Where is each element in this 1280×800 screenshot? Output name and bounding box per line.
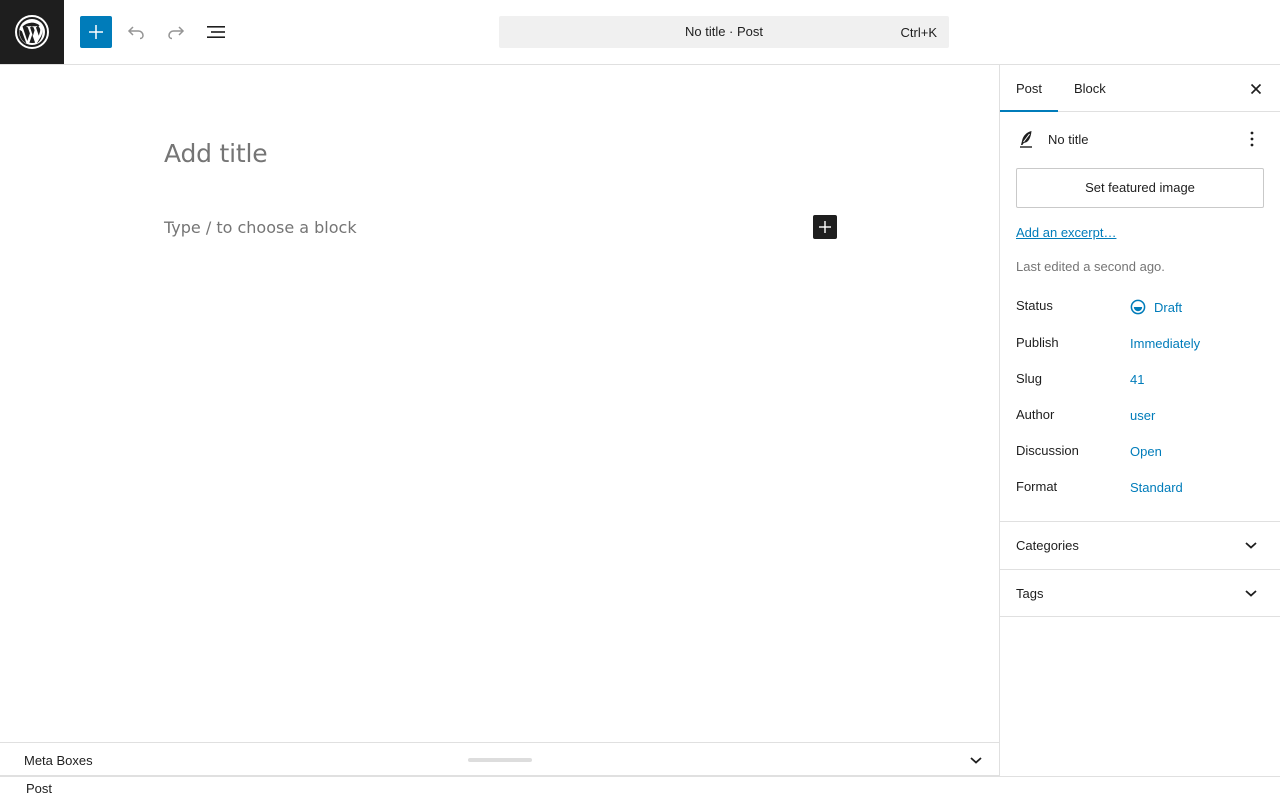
publish-value-button[interactable]: Immediately (1130, 336, 1200, 351)
editor-header: No title · Post Ctrl+K (0, 0, 1280, 65)
last-edited-text: Last edited a second ago. (1016, 259, 1165, 274)
add-block-button[interactable] (813, 215, 837, 239)
format-row: Format Standard (1016, 479, 1264, 503)
tab-post[interactable]: Post (1000, 65, 1058, 112)
publish-label: Publish (1016, 335, 1059, 350)
command-palette-bar[interactable]: No title · Post Ctrl+K (499, 16, 949, 48)
post-actions-button[interactable] (1240, 127, 1264, 151)
author-label: Author (1016, 407, 1055, 422)
discussion-value-button[interactable]: Open (1130, 444, 1162, 459)
close-sidebar-button[interactable] (1244, 77, 1268, 101)
discussion-row: Discussion Open (1016, 443, 1264, 467)
tags-panel[interactable]: Tags (1000, 569, 1280, 617)
format-label: Format (1016, 479, 1058, 494)
set-featured-image-button[interactable]: Set featured image (1016, 168, 1264, 208)
undo-icon (127, 26, 144, 40)
list-view-button[interactable] (200, 16, 232, 48)
meta-boxes-toggle-button[interactable] (965, 751, 987, 769)
plus-icon (89, 25, 103, 39)
more-vertical-icon (1250, 131, 1254, 147)
keyboard-shortcut: Ctrl+K (900, 25, 937, 40)
author-row: Author user (1016, 407, 1264, 431)
chevron-down-icon (1245, 542, 1257, 549)
publish-row: Publish Immediately (1016, 335, 1264, 359)
plus-icon (819, 221, 831, 233)
editor-footer: Post (0, 776, 1280, 800)
author-value-button[interactable]: user (1130, 408, 1155, 423)
breadcrumb[interactable]: Post (26, 781, 52, 796)
wordpress-logo-icon (15, 15, 49, 49)
status-value: Draft (1154, 300, 1183, 315)
meta-boxes-label: Meta Boxes (24, 753, 93, 768)
status-label: Status (1016, 298, 1053, 313)
editor-canvas[interactable]: Add title Type / to choose a block (0, 65, 999, 743)
settings-sidebar: Post Block No title Set featured image A… (999, 65, 1280, 776)
post-feather-icon (1020, 131, 1032, 148)
slug-label: Slug (1016, 371, 1043, 386)
sidebar-tabs: Post Block (1000, 65, 1280, 112)
status-row: Status Draft (1016, 298, 1264, 322)
resize-handle[interactable] (468, 758, 532, 762)
meta-boxes-panel: Meta Boxes (0, 742, 999, 776)
undo-button[interactable] (120, 16, 152, 48)
document-title[interactable]: No title · Post (499, 24, 949, 39)
slug-row: Slug 41 (1016, 371, 1264, 395)
list-view-icon (207, 26, 225, 38)
add-excerpt-link[interactable]: Add an excerpt… (1016, 225, 1116, 240)
post-card-title: No title (1048, 132, 1089, 147)
chevron-down-icon (970, 757, 982, 764)
redo-button[interactable] (160, 16, 192, 48)
status-value-button[interactable]: Draft (1130, 299, 1182, 315)
tab-block[interactable]: Block (1058, 65, 1122, 112)
draft-status-icon (1130, 299, 1146, 315)
format-value-button[interactable]: Standard (1130, 480, 1183, 495)
categories-panel[interactable]: Categories (1000, 521, 1280, 569)
categories-panel-title[interactable]: Categories (1016, 538, 1079, 553)
discussion-label: Discussion (1016, 443, 1079, 458)
block-inserter-button[interactable] (80, 16, 112, 48)
post-title-input[interactable]: Add title (164, 139, 268, 168)
wordpress-logo-button[interactable] (0, 0, 64, 64)
close-icon (1250, 83, 1262, 95)
tags-panel-title[interactable]: Tags (1016, 586, 1043, 601)
redo-icon (168, 26, 185, 40)
categories-toggle[interactable] (1242, 536, 1260, 554)
post-card: No title (1016, 127, 1264, 151)
tags-toggle[interactable] (1242, 584, 1260, 602)
chevron-down-icon (1245, 590, 1257, 597)
default-block-appender[interactable]: Type / to choose a block (164, 218, 357, 237)
slug-value-button[interactable]: 41 (1130, 372, 1144, 387)
